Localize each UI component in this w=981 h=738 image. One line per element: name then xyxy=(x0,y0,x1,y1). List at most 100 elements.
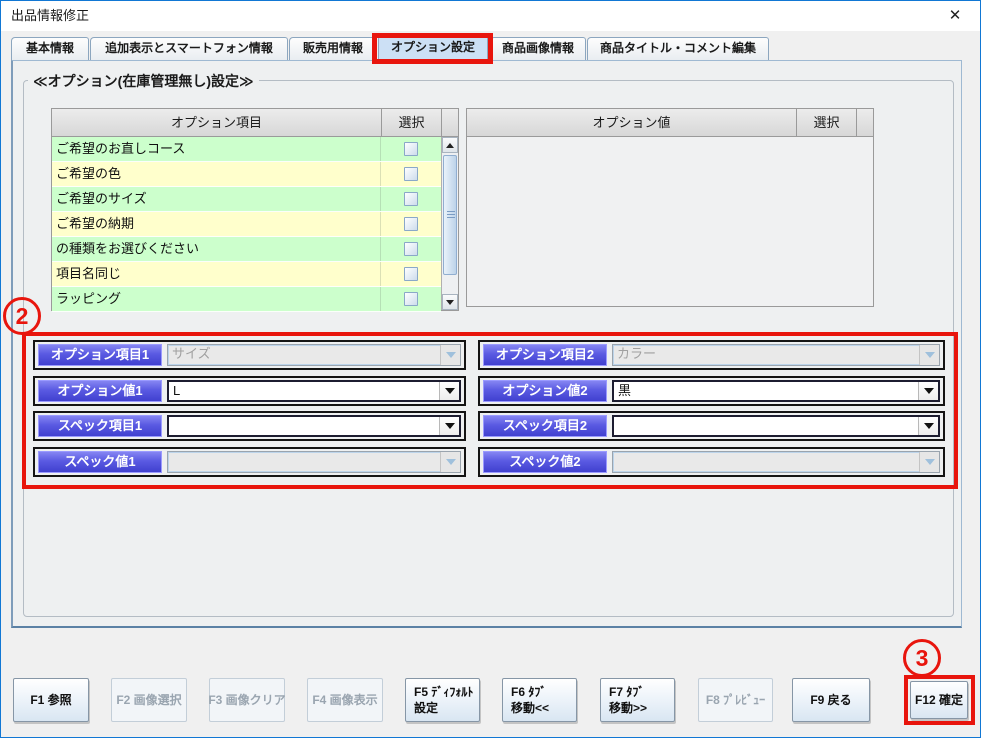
column-header-option-value: オプション値 xyxy=(467,109,797,136)
option-row-checkbox[interactable] xyxy=(404,267,418,281)
form-row-option-item-1: オプション項目1 サイズ xyxy=(33,340,466,370)
table-row[interactable]: ご希望のお直しコース xyxy=(52,137,441,162)
triangle-down-icon xyxy=(446,300,454,305)
button-label: F9 戻る xyxy=(810,692,851,708)
option-item-name: ご希望の色 xyxy=(52,162,381,186)
dropdown-arrow-button xyxy=(440,345,460,365)
tab-title-comment-edit[interactable]: 商品タイトル・コメント編集 xyxy=(587,37,769,60)
f6-tab-move-prev-button[interactable]: F6 ﾀﾌﾞ 移動<< xyxy=(502,678,577,722)
dropdown-arrow-button[interactable] xyxy=(439,382,459,400)
dropdown-arrow-button[interactable] xyxy=(918,417,938,435)
f12-confirm-button[interactable]: F12 確定 xyxy=(910,681,968,719)
chevron-down-icon xyxy=(925,352,935,358)
table-row[interactable]: ご希望の納期 xyxy=(52,212,441,237)
button-label: F6 ﾀﾌﾞ xyxy=(511,684,546,700)
form-row-spec-item-2: スペック項目2 xyxy=(478,411,945,441)
spec-value2-combobox xyxy=(612,451,940,473)
table-row[interactable]: 項目名同じ xyxy=(52,262,441,287)
option-item-table-header: オプション項目 選択 xyxy=(52,109,458,137)
button-label: 移動<< xyxy=(511,700,549,716)
spec-item1-label: スペック項目1 xyxy=(38,415,162,437)
option-item2-combobox: カラー xyxy=(612,344,940,366)
button-label: F2 画像選択 xyxy=(116,692,181,708)
scrollbar-up-button[interactable] xyxy=(442,137,458,153)
spec-item2-value xyxy=(614,417,918,435)
tab-basic-info[interactable]: 基本情報 xyxy=(11,37,89,60)
title-bar: 出品情報修正 ✕ xyxy=(1,1,980,31)
table-row[interactable]: ご希望の色 xyxy=(52,162,441,187)
column-header-corner xyxy=(857,109,873,136)
button-label: F7 ﾀﾌﾞ xyxy=(609,684,644,700)
form-row-spec-value-1: スペック値1 xyxy=(33,447,466,477)
scrollbar-thumb[interactable] xyxy=(443,155,457,275)
dropdown-arrow-button[interactable] xyxy=(918,382,938,400)
option-item-table-body: ご希望のお直しコース ご希望の色 ご希望のサイズ ご希望の納期 xyxy=(52,137,441,310)
chevron-down-icon xyxy=(924,423,934,429)
window-title: 出品情報修正 xyxy=(11,1,89,31)
tab-sales-info[interactable]: 販売用情報 xyxy=(289,37,377,60)
form-row-spec-value-2: スペック値2 xyxy=(478,447,945,477)
option-row-checkbox[interactable] xyxy=(404,242,418,256)
spec-item2-combobox[interactable] xyxy=(612,415,940,437)
form-row-spec-item-1: スペック項目1 xyxy=(33,411,466,441)
button-label: F5 ﾃﾞｨﾌｫﾙﾄ xyxy=(414,684,473,700)
tab-option-settings[interactable]: オプション設定 xyxy=(378,35,488,60)
option-value-table-body xyxy=(467,137,873,306)
groupbox-title: ≪オプション(在庫管理無し)設定≫ xyxy=(28,71,259,91)
chevron-down-icon xyxy=(924,388,934,394)
button-label: F3 画像クリア xyxy=(208,692,285,708)
vertical-scrollbar[interactable] xyxy=(441,137,458,310)
option-item1-label: オプション項目1 xyxy=(38,344,162,366)
option-row-checkbox[interactable] xyxy=(404,192,418,206)
option-value2-value: 黒 xyxy=(614,382,918,400)
column-header-corner xyxy=(442,109,458,136)
table-row[interactable]: ラッピング xyxy=(52,287,441,312)
tab-additional-display[interactable]: 追加表示とスマートフォン情報 xyxy=(90,37,288,60)
column-header-select: 選択 xyxy=(797,109,857,136)
option-item-name: ご希望のサイズ xyxy=(52,187,381,211)
form-row-option-value-2: オプション値2 黒 xyxy=(478,376,945,406)
option-row-checkbox[interactable] xyxy=(404,142,418,156)
triangle-up-icon xyxy=(446,143,454,148)
spec-value1-label: スペック値1 xyxy=(38,451,162,473)
f5-default-settings-button[interactable]: F5 ﾃﾞｨﾌｫﾙﾄ 設定 xyxy=(405,678,480,722)
option-item2-value: カラー xyxy=(613,345,919,365)
f3-image-clear-button: F3 画像クリア xyxy=(209,678,285,722)
button-label: 設定 xyxy=(414,700,438,716)
option-row-checkbox[interactable] xyxy=(404,217,418,231)
f2-image-select-button: F2 画像選択 xyxy=(111,678,187,722)
option-row-checkbox[interactable] xyxy=(404,167,418,181)
button-label: F4 画像表示 xyxy=(312,692,377,708)
form-row-option-value-1: オプション値1 L xyxy=(33,376,466,406)
table-row[interactable]: の種類をお選びください xyxy=(52,237,441,262)
option-value1-combobox[interactable]: L xyxy=(167,380,461,402)
button-label: 移動>> xyxy=(609,700,647,716)
dropdown-arrow-button xyxy=(440,452,460,472)
tab-bar: 基本情報 追加表示とスマートフォン情報 販売用情報 オプション設定 商品画像情報… xyxy=(1,31,980,60)
option-item2-label: オプション項目2 xyxy=(483,344,607,366)
option-value2-combobox[interactable]: 黒 xyxy=(612,380,940,402)
spec-value2-label: スペック値2 xyxy=(483,451,607,473)
chevron-down-icon xyxy=(446,352,456,358)
chevron-down-icon xyxy=(446,459,456,465)
f1-browse-button[interactable]: F1 参照 xyxy=(13,678,89,722)
tab-product-images[interactable]: 商品画像情報 xyxy=(490,37,586,60)
column-header-select: 選択 xyxy=(382,109,442,136)
option-item-name: の種類をお選びください xyxy=(52,237,381,261)
close-icon[interactable]: ✕ xyxy=(938,1,972,31)
table-row[interactable]: ご希望のサイズ xyxy=(52,187,441,212)
f7-tab-move-next-button[interactable]: F7 ﾀﾌﾞ 移動>> xyxy=(600,678,675,722)
scrollbar-down-button[interactable] xyxy=(442,294,458,310)
spec-item1-combobox[interactable] xyxy=(167,415,461,437)
form-row-option-item-2: オプション項目2 カラー xyxy=(478,340,945,370)
column-header-option-item: オプション項目 xyxy=(52,109,382,136)
spec-value1-combobox xyxy=(167,451,461,473)
f4-image-display-button: F4 画像表示 xyxy=(307,678,383,722)
dropdown-arrow-button[interactable] xyxy=(439,417,459,435)
option-value1-value: L xyxy=(169,382,439,400)
option-item1-value: サイズ xyxy=(168,345,440,365)
option-item-name: ご希望の納期 xyxy=(52,212,381,236)
option-row-checkbox[interactable] xyxy=(404,292,418,306)
option-item-table: オプション項目 選択 ご希望のお直しコース ご希望の色 ご希望のサイズ xyxy=(51,108,459,311)
f9-back-button[interactable]: F9 戻る xyxy=(792,678,870,722)
